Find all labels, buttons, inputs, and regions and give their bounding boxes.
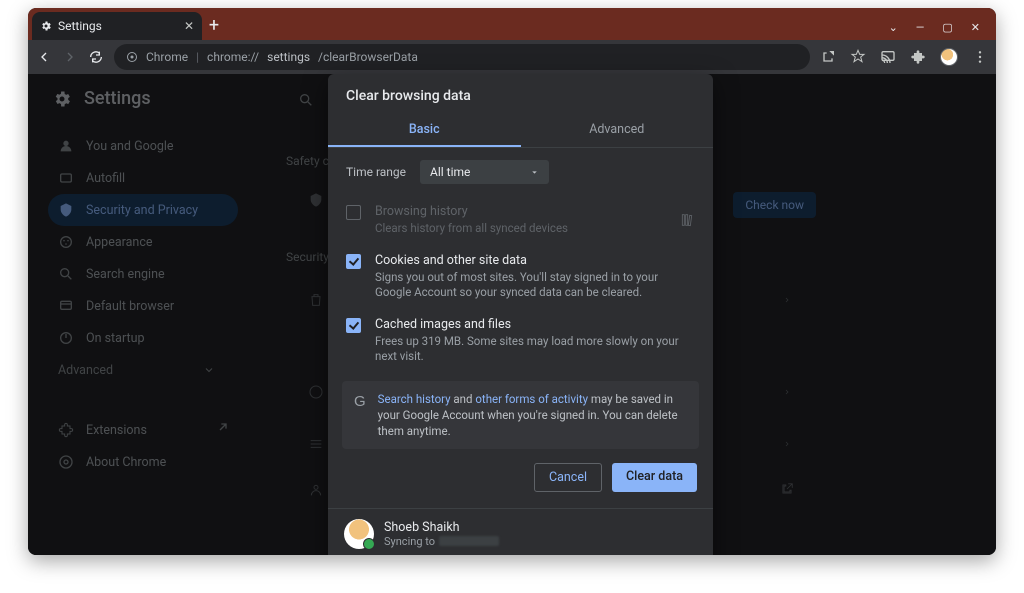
tab-settings[interactable]: Settings ✕	[32, 12, 202, 40]
button-label: Cancel	[549, 470, 587, 485]
close-window-button[interactable]: ✕	[971, 21, 980, 34]
row-desc: Frees up 319 MB. Some sites may load mor…	[375, 334, 695, 365]
url-path: settings	[267, 50, 310, 64]
checkbox-row-cache: Cached images and files Frees up 319 MB.…	[328, 309, 713, 373]
profile-row: Shoeb Shaikh Syncing to	[328, 509, 713, 555]
url-prefix: chrome://	[207, 50, 259, 64]
url-rest: /clearBrowserData	[318, 50, 418, 64]
time-range-select[interactable]: All time	[420, 160, 549, 184]
row-desc: Clears history from all synced devices	[375, 221, 655, 237]
checkbox-cookies[interactable]	[346, 254, 361, 269]
cancel-button[interactable]: Cancel	[534, 463, 602, 492]
clear-browsing-data-dialog: Clear browsing data Basic Advanced Time …	[328, 74, 713, 555]
google-activity-info: G Search history and other forms of acti…	[342, 381, 699, 449]
titlebar: Settings ✕ + ⌄ — ▢ ✕	[28, 8, 996, 40]
search-history-link[interactable]: Search history	[378, 392, 451, 406]
chevron-down-icon[interactable]: ⌄	[889, 21, 898, 34]
share-icon[interactable]	[820, 49, 836, 65]
window-controls: ⌄ — ▢ ✕	[889, 21, 996, 40]
clear-data-button[interactable]: Clear data	[612, 463, 697, 492]
time-range-value: All time	[430, 165, 470, 179]
row-title: Cookies and other site data	[375, 253, 695, 268]
row-title: Browsing history	[375, 204, 655, 219]
tab-advanced[interactable]: Advanced	[521, 114, 714, 147]
time-range-label: Time range	[346, 165, 406, 179]
minimize-button[interactable]: —	[916, 21, 925, 34]
info-text: and	[451, 392, 476, 406]
button-label: Clear data	[626, 469, 683, 484]
cast-icon[interactable]	[880, 49, 896, 65]
syncing-label: Syncing to	[384, 535, 435, 548]
tab-strip: Settings ✕ +	[32, 8, 889, 40]
caret-down-icon	[530, 168, 539, 177]
checkbox-row-browsing-history: Browsing history Clears history from all…	[328, 196, 713, 245]
tab-title: Settings	[58, 19, 102, 33]
forward-button[interactable]	[62, 49, 78, 65]
dialog-tabs: Basic Advanced	[328, 114, 713, 148]
checkbox-cache[interactable]	[346, 318, 361, 333]
google-g-icon: G	[354, 391, 366, 439]
chrome-icon	[126, 51, 138, 63]
address-bar[interactable]: Chrome | chrome://settings/clearBrowserD…	[114, 44, 810, 70]
extensions-icon[interactable]	[910, 49, 926, 65]
back-button[interactable]	[36, 49, 52, 65]
reload-button[interactable]	[88, 49, 104, 65]
dialog-title: Clear browsing data	[328, 74, 713, 114]
tab-close-icon[interactable]: ✕	[184, 19, 194, 33]
tab-label: Basic	[409, 122, 440, 137]
avatar	[344, 519, 374, 549]
checkbox-browsing-history[interactable]	[346, 205, 361, 220]
sync-account-redacted	[439, 536, 499, 546]
tab-basic[interactable]: Basic	[328, 114, 521, 147]
books-icon	[679, 212, 695, 228]
bookmark-star-icon[interactable]	[850, 49, 866, 65]
content-area: Settings You and Google Autofill Securit…	[28, 74, 996, 555]
time-range-row: Time range All time	[328, 148, 713, 196]
gear-icon	[40, 20, 52, 32]
url-scheme-label: Chrome	[146, 50, 188, 64]
new-tab-button[interactable]: +	[202, 12, 226, 40]
row-desc: Signs you out of most sites. You'll stay…	[375, 270, 695, 301]
browser-window: Settings ✕ + ⌄ — ▢ ✕ Chrome | chrome://s…	[28, 8, 996, 555]
dialog-actions: Cancel Clear data	[328, 449, 713, 508]
maximize-button[interactable]: ▢	[942, 21, 952, 34]
profile-avatar-button[interactable]	[940, 48, 958, 66]
row-title: Cached images and files	[375, 317, 695, 332]
tab-label: Advanced	[589, 122, 644, 137]
other-activity-link[interactable]: other forms of activity	[475, 392, 588, 406]
menu-icon[interactable]	[972, 49, 988, 65]
profile-name: Shoeb Shaikh	[384, 520, 499, 535]
checkbox-row-cookies: Cookies and other site data Signs you ou…	[328, 245, 713, 309]
toolbar: Chrome | chrome://settings/clearBrowserD…	[28, 40, 996, 74]
